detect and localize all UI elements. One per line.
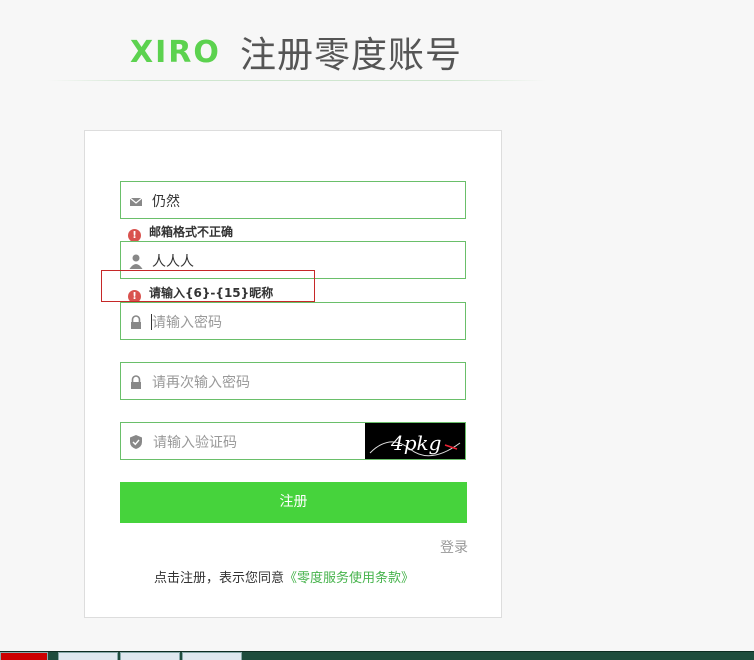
header-divider	[48, 80, 546, 81]
nickname-value: 人人人	[152, 254, 194, 270]
terms-link[interactable]: 《零度服务使用条款》	[284, 571, 414, 586]
password-field[interactable]: 请输入密码	[120, 302, 466, 340]
page-title: 注册零度账号	[240, 35, 463, 76]
email-value: 仍然	[152, 194, 180, 210]
login-link[interactable]: 登录	[440, 537, 468, 557]
svg-text:XIRO: XIRO	[130, 35, 221, 69]
header: XIRO 注册零度账号	[0, 0, 754, 90]
terms-line: 点击注册，表示您同意《零度服务使用条款》	[154, 567, 414, 586]
captcha-graphic: 4pkg	[369, 431, 461, 457]
captcha-image[interactable]: 4pkg	[365, 423, 465, 459]
email-error: ! 邮箱格式不正确	[128, 223, 233, 242]
password-confirm-field[interactable]: 请再次输入密码	[120, 362, 466, 400]
lock-icon	[131, 315, 141, 329]
user-icon	[129, 254, 143, 269]
password-placeholder: 请输入密码	[152, 315, 222, 331]
captcha-field[interactable]: 请输入验证码 4pkg	[120, 422, 466, 460]
svg-text:4pkg: 4pkg	[390, 431, 441, 455]
shield-icon	[130, 435, 142, 449]
highlight-box	[101, 270, 315, 302]
xiro-logo: XIRO	[130, 35, 221, 69]
lock-icon	[131, 375, 141, 389]
captcha-placeholder: 请输入验证码	[153, 435, 237, 451]
mail-icon	[129, 197, 143, 206]
terms-prefix: 点击注册，表示您同意	[154, 571, 285, 586]
password-confirm-placeholder: 请再次输入密码	[152, 375, 250, 391]
register-button[interactable]: 注册	[120, 482, 467, 523]
email-field[interactable]: 仍然	[120, 181, 466, 219]
